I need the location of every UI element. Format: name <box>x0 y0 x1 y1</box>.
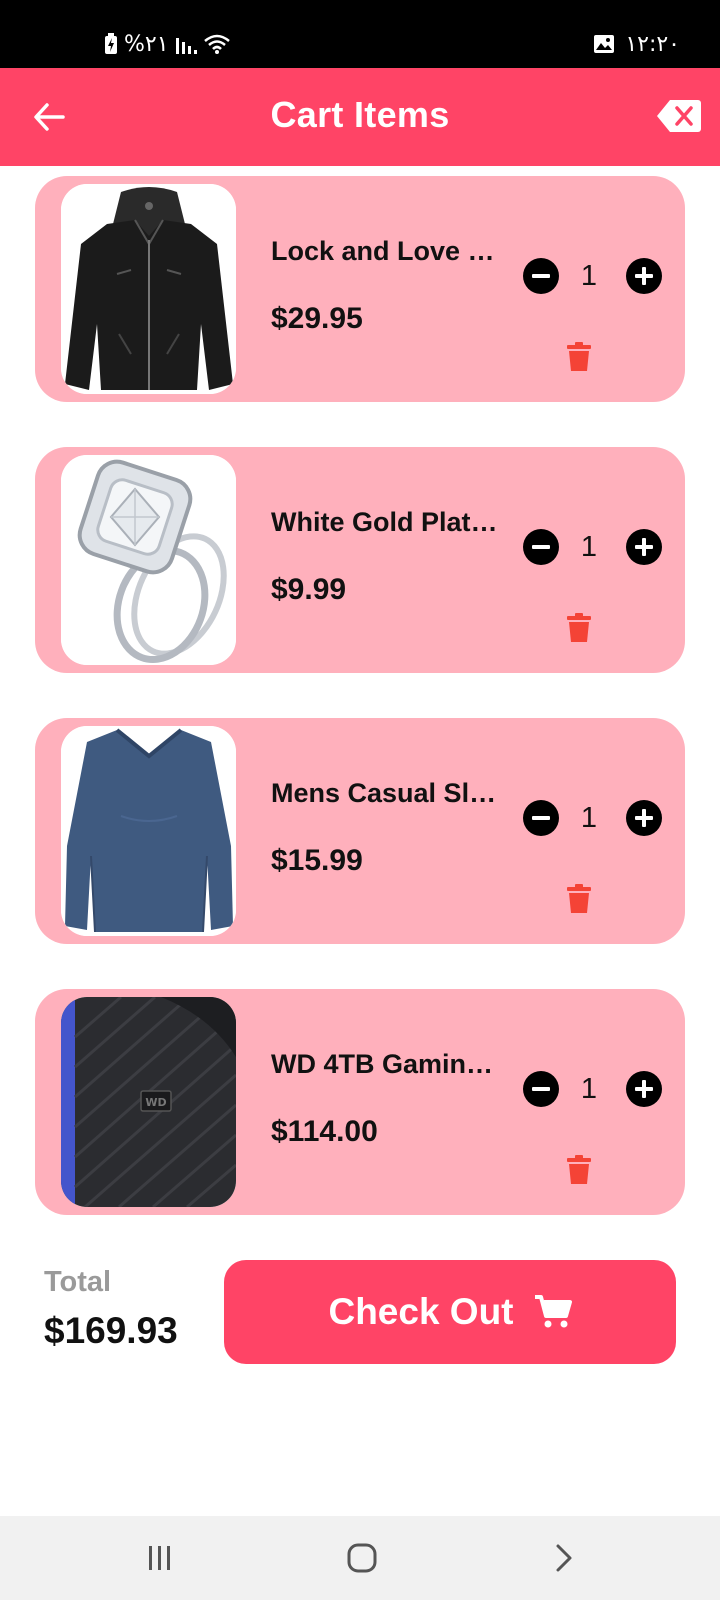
delete-item-button[interactable] <box>567 884 591 914</box>
cart-item: Mens Casual Slim Fit $15.99 1 <box>35 718 685 944</box>
item-price: $15.99 <box>271 844 363 877</box>
cart-item: Lock and Love Women's Removable Hooded F… <box>35 176 685 402</box>
total-value: $169.93 <box>44 1310 178 1351</box>
item-quantity: 1 <box>580 802 598 834</box>
delete-item-button[interactable] <box>567 613 591 643</box>
item-quantity: 1 <box>580 1073 598 1105</box>
svg-text:WD: WD <box>145 1096 166 1109</box>
app-bar: Cart Items <box>0 68 720 166</box>
item-name: White Gold Plated Princess <box>271 507 499 537</box>
trash-icon <box>567 342 591 371</box>
battery-percent: %٢١ <box>124 31 169 57</box>
cart-item: WD WD 4TB Gaming Drive Works with Playst… <box>35 989 685 1215</box>
status-left-group: %٢١ <box>104 30 231 58</box>
decrease-quantity-button[interactable] <box>523 258 559 294</box>
back-chevron-icon <box>556 1544 572 1572</box>
increase-quantity-button[interactable] <box>626 1071 662 1107</box>
item-name: Mens Casual Slim Fit <box>271 778 499 808</box>
product-image-ring <box>61 455 236 665</box>
gallery-notification-icon <box>593 34 615 54</box>
item-quantity: 1 <box>580 531 598 563</box>
delete-item-button[interactable] <box>567 342 591 372</box>
clear-cart-button[interactable] <box>656 98 702 134</box>
total-label: Total <box>44 1266 112 1298</box>
signal-bars-icon <box>175 34 197 54</box>
decrease-quantity-button[interactable] <box>523 1071 559 1107</box>
decrease-quantity-button[interactable] <box>523 800 559 836</box>
item-price: $9.99 <box>271 573 347 606</box>
home-icon <box>347 1543 377 1573</box>
product-image-shirt <box>61 726 236 936</box>
recent-apps-icon <box>149 1546 170 1570</box>
item-quantity: 1 <box>580 260 598 292</box>
item-price: $29.95 <box>271 302 363 335</box>
increase-quantity-button[interactable] <box>626 529 662 565</box>
delete-item-button[interactable] <box>567 1155 591 1185</box>
item-name: Lock and Love Women's Removable Hooded F… <box>271 236 499 266</box>
trash-icon <box>567 613 591 642</box>
checkout-button[interactable]: Check Out <box>224 1260 676 1364</box>
home-button[interactable] <box>332 1536 392 1580</box>
product-image-jacket <box>61 184 236 394</box>
product-image-drive: WD <box>61 997 236 1207</box>
recent-apps-button[interactable] <box>130 1536 190 1580</box>
increase-quantity-button[interactable] <box>626 258 662 294</box>
status-right-group: ١٢:٢٠ <box>593 30 680 58</box>
checkout-label: Check Out <box>328 1291 514 1332</box>
backspace-icon <box>657 100 701 132</box>
decrease-quantity-button[interactable] <box>523 529 559 565</box>
shopping-cart-icon <box>534 1295 572 1328</box>
status-time: ١٢:٢٠ <box>625 31 680 57</box>
cart-item: White Gold Plated Princess $9.99 1 <box>35 447 685 673</box>
back-nav-button[interactable] <box>534 1536 594 1580</box>
page-title: Cart Items <box>270 94 450 135</box>
trash-icon <box>567 884 591 913</box>
wifi-icon <box>203 33 231 55</box>
trash-icon <box>567 1155 591 1184</box>
item-price: $114.00 <box>271 1115 378 1148</box>
increase-quantity-button[interactable] <box>626 800 662 836</box>
item-name: WD 4TB Gaming Drive Works with Playstati… <box>271 1049 499 1079</box>
battery-charging-icon <box>104 33 118 55</box>
system-nav-bar <box>0 1516 720 1600</box>
status-bar: %٢١ ١٢:٢٠ <box>0 0 720 68</box>
cart-screen: %٢١ ١٢:٢٠ Cart Items Lock and Love W $29… <box>0 0 720 1600</box>
